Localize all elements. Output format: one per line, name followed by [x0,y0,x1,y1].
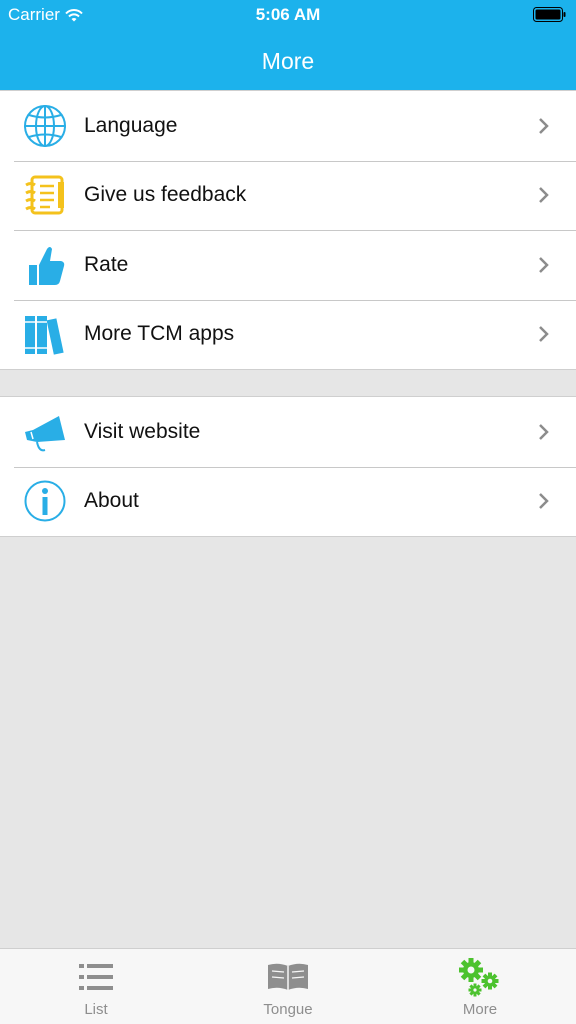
menu-item-about[interactable]: About [0,466,576,537]
status-bar: Carrier 5:06 AM [0,0,576,30]
page-title: More [261,48,315,74]
tab-label: List [84,1001,108,1018]
book-icon [266,959,310,995]
status-time: 5:06 AM [255,5,321,24]
books-icon [22,311,68,357]
menu-section-info: Visit website About [0,396,576,537]
menu-item-more-apps[interactable]: More TCM apps [0,299,576,370]
chevron-right-icon [539,187,549,204]
menu-item-label: Visit website [84,419,201,443]
menu-item-language[interactable]: Language [0,91,576,161]
menu-item-label: About [84,489,139,513]
info-icon [22,478,68,524]
header-bar: Carrier 5:06 AM More [0,0,576,90]
list-icon [74,959,118,995]
chevron-right-icon [539,117,549,134]
battery-icon [533,7,566,22]
menu-item-rate[interactable]: Rate [0,230,576,300]
megaphone-icon [22,409,68,455]
menu-item-label: Rate [84,252,129,276]
tab-label: More [462,1001,498,1018]
chevron-right-icon [539,256,549,273]
notebook-icon [22,172,68,218]
gears-icon [458,958,502,997]
menu-section-main: Language Give us feedback Rate More TCM … [0,90,576,370]
globe-icon [22,103,68,149]
menu-item-label: More TCM apps [84,322,235,346]
tab-list[interactable]: List [0,949,192,1024]
tab-label: Tongue [263,1001,313,1018]
menu-item-visit-website[interactable]: Visit website [0,397,576,467]
tab-more[interactable]: More [384,949,576,1024]
menu-item-feedback[interactable]: Give us feedback [0,160,576,231]
chevron-right-icon [539,326,549,343]
chevron-right-icon [539,493,549,510]
tab-tongue[interactable]: Tongue [192,949,384,1024]
thumbs-up-icon [22,242,68,288]
menu-item-label: Language [84,113,178,137]
chevron-right-icon [539,423,549,440]
tab-bar: List Tongue More [0,948,576,1024]
menu-item-label: Give us feedback [84,183,247,207]
